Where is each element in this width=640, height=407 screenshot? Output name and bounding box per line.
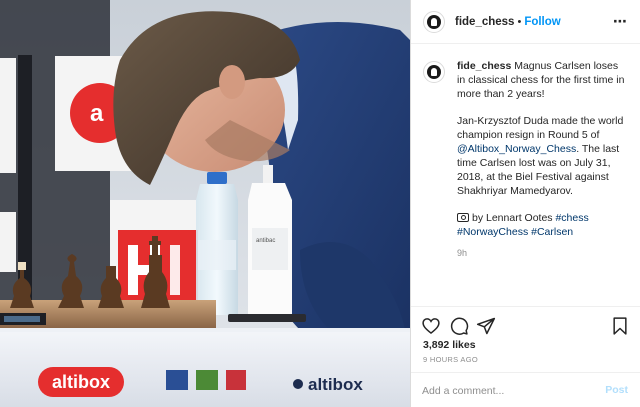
more-options-icon[interactable]: ⋯ <box>613 13 628 30</box>
svg-text:antibac: antibac <box>256 238 275 244</box>
photo-scene: a antibac altibox altibox <box>0 0 410 407</box>
share-icon[interactable] <box>476 316 496 336</box>
instagram-post: a antibac altibox altibox fide_chess • F… <box>0 0 640 407</box>
follow-button[interactable]: Follow <box>524 16 560 28</box>
header-username[interactable]: fide_chess <box>455 16 514 28</box>
caption-avatar-icon[interactable] <box>423 61 445 83</box>
post-side-panel: fide_chess • Follow ⋯ fide_chess Magnus … <box>410 0 640 407</box>
mention-link[interactable]: @Altibox_Norway_Chess <box>457 143 576 155</box>
header-separator: • <box>517 15 522 28</box>
likes-count[interactable]: 3,892 likes <box>423 339 476 351</box>
avatar-logo-icon[interactable] <box>423 10 445 33</box>
bookmark-icon[interactable] <box>610 316 630 336</box>
heart-icon[interactable] <box>421 316 441 336</box>
svg-text:a: a <box>90 100 104 127</box>
post-comment-button[interactable]: Post <box>605 384 628 396</box>
caption-username[interactable]: fide_chess <box>457 60 511 72</box>
hashtag-norwaychess[interactable]: #NorwayChess <box>457 226 528 238</box>
hashtag-carlsen[interactable]: #Carlsen <box>531 226 573 238</box>
caption-text-2-pre: Jan-Krzysztof Duda made the world champi… <box>457 115 624 141</box>
post-caption: fide_chess Magnus Carlsen loses in class… <box>423 59 628 260</box>
banner-brand-text: altibox <box>52 372 110 392</box>
caption-age: 9h <box>457 248 468 258</box>
comment-input[interactable] <box>422 382 597 400</box>
action-bar <box>411 306 640 342</box>
post-header: fide_chess • Follow ⋯ <box>411 0 640 44</box>
camera-icon <box>457 213 469 222</box>
post-photo[interactable]: a antibac altibox altibox <box>0 0 410 407</box>
caption-paragraph-2: Jan-Krzysztof Duda made the world champi… <box>457 114 628 198</box>
sponsor-text: altibox <box>308 375 363 394</box>
caption-paragraph-1: fide_chess Magnus Carlsen loses in class… <box>457 59 628 101</box>
hashtag-chess[interactable]: #chess <box>555 212 588 224</box>
post-age: 9 HOURS AGO <box>423 355 478 364</box>
comment-bar: Post <box>411 372 640 407</box>
comment-icon[interactable] <box>449 316 469 336</box>
photo-credit: by Lennart Ootes <box>472 212 556 224</box>
caption-paragraph-3: by Lennart Ootes #chess #NorwayChess #Ca… <box>457 211 628 239</box>
